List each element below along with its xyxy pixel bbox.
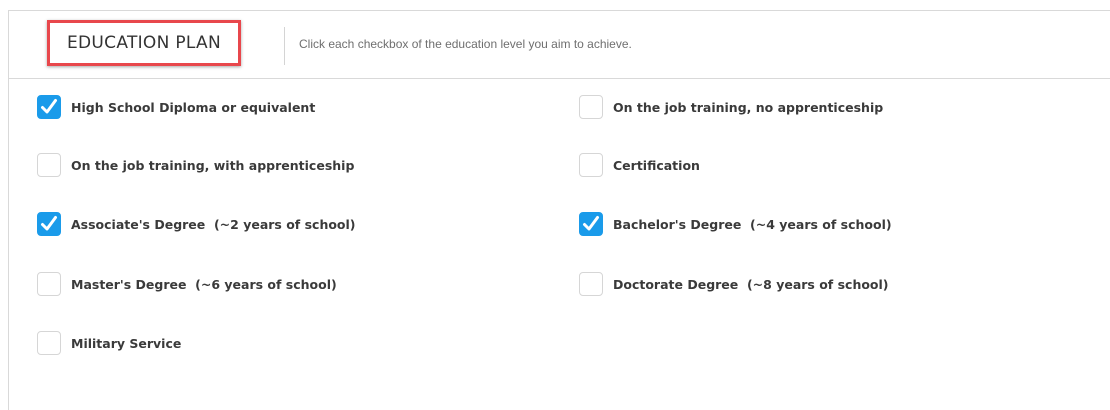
option-label: Master's Degree (~6 years of school) <box>71 276 337 292</box>
checkbox[interactable] <box>579 95 603 119</box>
option-label: On the job training, no apprenticeship <box>613 99 884 115</box>
checkbox[interactable] <box>37 331 61 355</box>
checkbox[interactable] <box>579 272 603 296</box>
option-associates-degree[interactable]: Associate's Degree (~2 years of school) <box>37 212 356 236</box>
option-label: Associate's Degree (~2 years of school) <box>71 216 356 232</box>
option-doctorate-degree[interactable]: Doctorate Degree (~8 years of school) <box>579 272 889 296</box>
checkmark-icon <box>41 216 57 231</box>
checkbox[interactable] <box>579 153 603 177</box>
education-plan-panel: EDUCATION PLAN Click each checkbox of th… <box>8 10 1110 410</box>
option-label: On the job training, with apprenticeship <box>71 157 355 173</box>
header-divider <box>284 27 285 65</box>
option-label: Doctorate Degree (~8 years of school) <box>613 276 889 292</box>
checkbox-checked[interactable] <box>37 212 61 236</box>
checkbox[interactable] <box>37 272 61 296</box>
option-bachelors-degree[interactable]: Bachelor's Degree (~4 years of school) <box>579 212 892 236</box>
instruction-text: Click each checkbox of the education lev… <box>299 37 632 51</box>
option-job-training-no-apprenticeship[interactable]: On the job training, no apprenticeship <box>579 95 883 119</box>
option-label: Military Service <box>71 335 182 351</box>
section-title: EDUCATION PLAN <box>66 33 221 53</box>
option-label: Certification <box>613 157 700 173</box>
option-label: Bachelor's Degree (~4 years of school) <box>613 216 892 232</box>
option-job-training-with-apprenticeship[interactable]: On the job training, with apprenticeship <box>37 153 354 177</box>
checkmark-icon <box>583 216 599 231</box>
option-label: High School Diploma or equivalent <box>71 99 316 115</box>
option-military-service[interactable]: Military Service <box>37 331 181 355</box>
checkbox-checked[interactable] <box>579 212 603 236</box>
option-certification[interactable]: Certification <box>579 153 700 177</box>
panel-header: EDUCATION PLAN Click each checkbox of th… <box>9 11 1110 79</box>
checkbox[interactable] <box>37 153 61 177</box>
option-masters-degree[interactable]: Master's Degree (~6 years of school) <box>37 272 337 296</box>
checkmark-icon <box>41 99 57 114</box>
option-high-school-diploma[interactable]: High School Diploma or equivalent <box>37 95 315 119</box>
checkbox-checked[interactable] <box>37 95 61 119</box>
section-title-box: EDUCATION PLAN <box>47 20 241 66</box>
